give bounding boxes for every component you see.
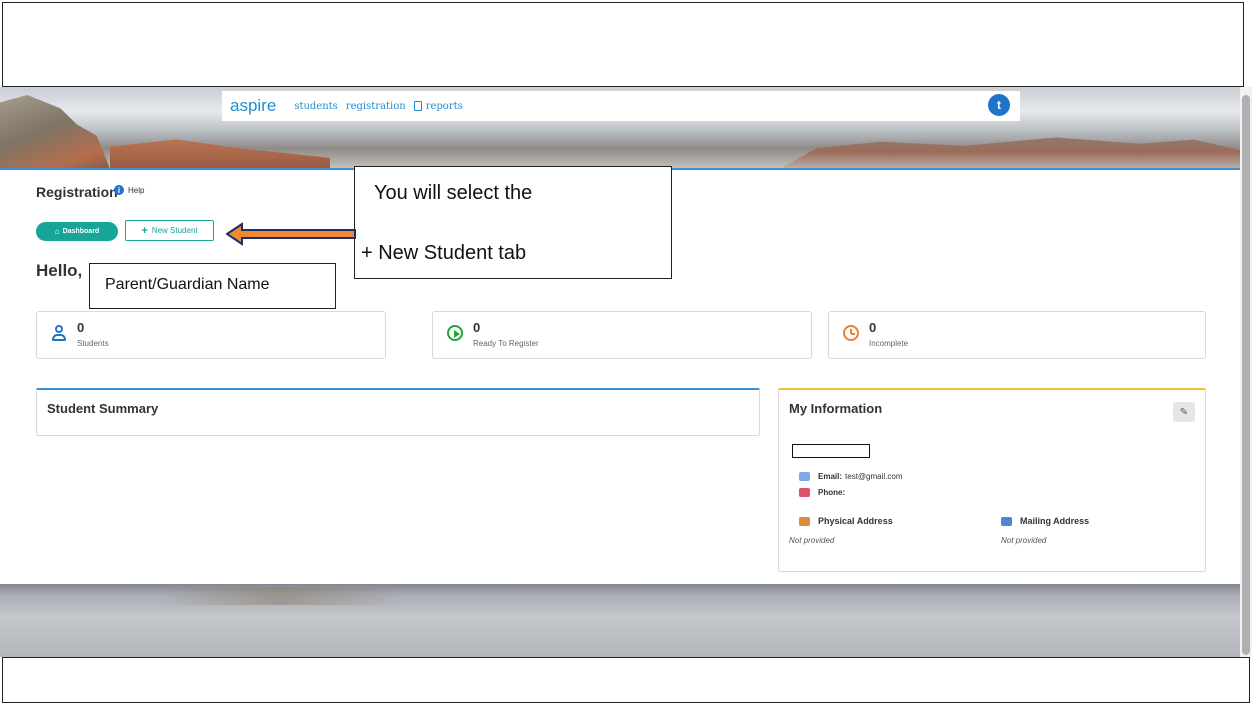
mailing-address-heading: Mailing Address (1001, 516, 1089, 526)
email-row: Email: test@gmail.com (799, 472, 902, 481)
parent-name-callout: Parent/Guardian Name (89, 263, 336, 309)
page: aspire students registration reports t R… (0, 0, 1252, 704)
plus-icon: + (141, 224, 148, 237)
nav-link-students[interactable]: students (294, 101, 338, 112)
help-link[interactable]: i Help (114, 185, 144, 195)
nav-link-reports-label: reports (425, 100, 463, 112)
callout-line-2: + New Student tab (361, 242, 527, 264)
physical-address-value: Not provided (789, 536, 835, 545)
stat-label-ready: Ready To Register (473, 339, 539, 348)
stat-card-incomplete[interactable]: 0 Incomplete (828, 311, 1206, 359)
home-icon: ⌂ (54, 227, 60, 236)
callout-line-1: You will select the (374, 182, 533, 204)
student-summary-panel: Student Summary (36, 388, 760, 436)
banner-ridge-right (780, 137, 1240, 169)
play-circle-icon (447, 325, 463, 341)
user-icon (51, 325, 67, 341)
help-label: Help (128, 185, 145, 195)
stat-card-students[interactable]: 0 Students (36, 311, 386, 359)
bottom-background-detail (160, 587, 400, 605)
user-avatar[interactable]: t (988, 94, 1010, 116)
stat-value-incomplete: 0 (869, 320, 877, 335)
mailbox-icon (1001, 516, 1012, 526)
top-navbar: aspire students registration reports t (222, 91, 1020, 121)
new-student-button[interactable]: + New Student (125, 220, 214, 241)
instruction-callout: You will select the + New Student tab (354, 166, 672, 279)
email-label: Email: (818, 472, 843, 481)
clock-icon (843, 325, 859, 341)
banner-rock-left (0, 95, 110, 169)
email-icon (799, 472, 810, 481)
phone-label: Phone: (818, 488, 846, 497)
redacted-name-box (792, 444, 870, 458)
scrollbar-thumb[interactable] (1242, 95, 1250, 655)
student-summary-title: Student Summary (47, 401, 159, 416)
edit-button[interactable]: ✎ (1173, 402, 1195, 422)
email-value: test@gmail.com (845, 472, 903, 481)
dashboard-button[interactable]: ⌂ Dashboard (36, 222, 118, 241)
stat-value-ready: 0 (473, 320, 481, 335)
pencil-icon: ✎ (1179, 406, 1189, 418)
phone-icon (799, 488, 810, 497)
header-banner: aspire students registration reports t (0, 87, 1240, 169)
page-title: Registration (36, 184, 118, 200)
pointer-arrow-icon (226, 222, 356, 246)
mailing-address-label: Mailing Address (1020, 516, 1090, 526)
my-information-title: My Information (789, 401, 883, 416)
my-information-panel: My Information ✎ Email: test@gmail.com P… (778, 388, 1206, 572)
parent-name-placeholder: Parent/Guardian Name (105, 276, 270, 293)
nav-link-reports[interactable]: reports (413, 100, 463, 112)
dashboard-button-label: Dashboard (62, 228, 100, 235)
stat-card-ready-to-register[interactable]: 0 Ready To Register (432, 311, 812, 359)
physical-address-heading: Physical Address (799, 516, 893, 526)
stat-label-students: Students (77, 339, 109, 348)
nav-link-registration[interactable]: registration (346, 101, 406, 112)
mailing-address-value: Not provided (1001, 536, 1047, 545)
new-student-button-label: New Student (151, 226, 198, 235)
page-scrollbar[interactable] (1240, 87, 1252, 657)
stat-value-students: 0 (77, 320, 85, 335)
stat-label-incomplete: Incomplete (869, 339, 909, 348)
phone-row: Phone: (799, 488, 848, 497)
document-icon (413, 101, 422, 111)
brand-logo[interactable]: aspire (230, 96, 276, 116)
physical-address-label: Physical Address (818, 516, 893, 526)
greeting-heading: Hello, (36, 261, 83, 280)
blank-annotation-box-bottom (2, 657, 1250, 703)
house-icon (799, 516, 810, 526)
banner-rock-mid (110, 139, 330, 169)
info-icon: i (114, 185, 124, 195)
blank-annotation-box-top (2, 2, 1244, 87)
